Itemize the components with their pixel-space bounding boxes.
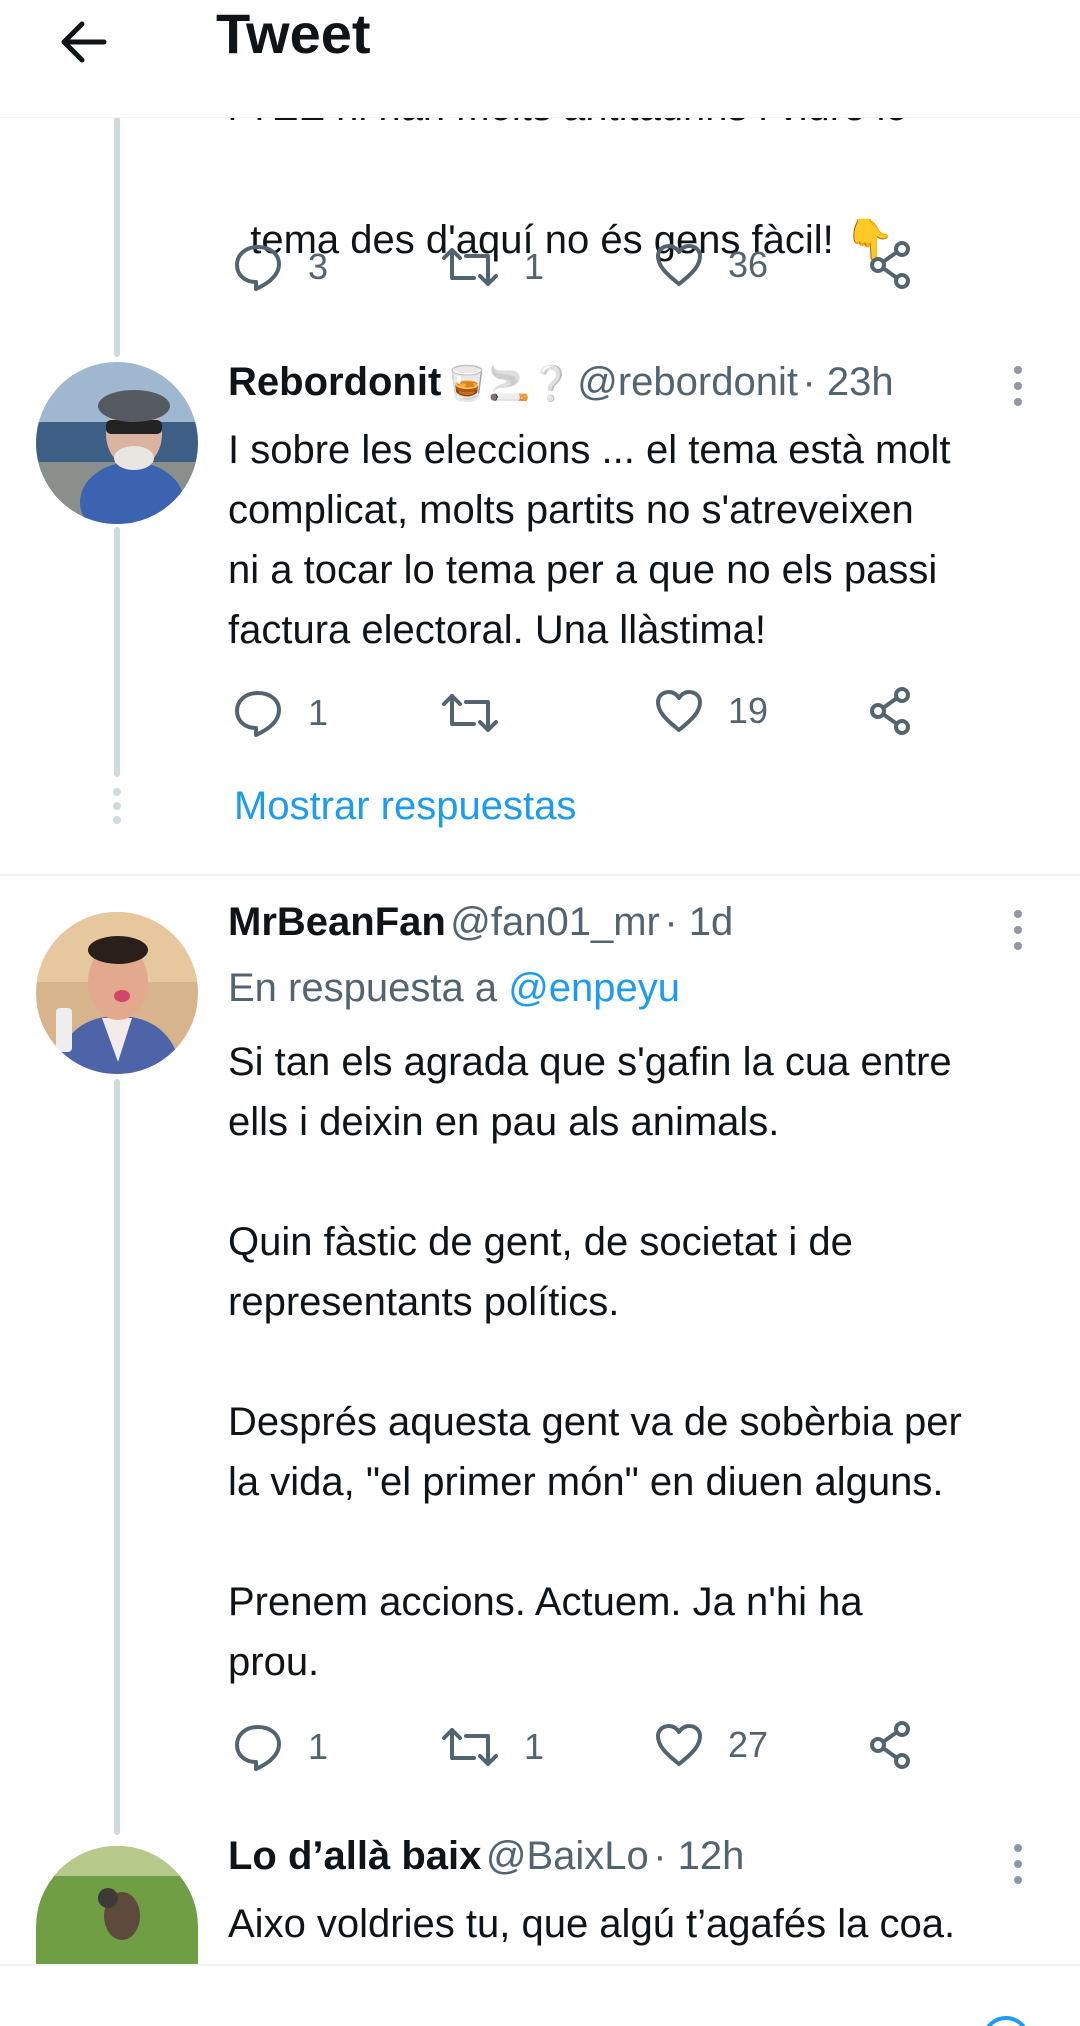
reply-button[interactable]: 1 [232,688,328,738]
reply-icon [235,691,281,737]
timestamp[interactable]: · 12h [653,1834,744,1878]
reply-icon [235,1725,281,1771]
display-name[interactable]: MrBeanFan [228,900,446,944]
tweet-partial-line: i TEE ni han molts antitaurins i viure l… [228,117,1048,139]
thread-line [114,527,120,777]
thread-dots [106,786,128,826]
more-options-icon[interactable] [998,360,1038,420]
share-button[interactable] [866,686,914,741]
more-options-icon[interactable] [998,1838,1038,1898]
retweet-icon [442,694,498,732]
heart-icon [656,690,702,732]
like-button[interactable]: 27 [654,1722,768,1768]
timestamp[interactable]: · 1d [664,900,733,944]
divider [0,874,1080,876]
page-title: Tweet [216,2,371,65]
thread-line [114,1079,120,1835]
reply-button[interactable]: 3 [232,242,328,292]
share-icon [870,241,910,289]
avatar[interactable] [36,362,198,524]
share-button[interactable] [866,1720,914,1775]
more-options-icon[interactable] [998,904,1038,964]
handle[interactable]: @fan01_mr [450,900,660,944]
display-name[interactable]: Lo d’allà baix [228,1834,481,1878]
like-button[interactable]: 36 [654,242,768,288]
reply-to-link[interactable]: @enpeyu [508,966,680,1010]
avatar[interactable] [36,1846,198,1964]
tweet-text: Aixo voldries tu, que algú t’agafés la c… [228,1902,956,1946]
bottom-bar [0,1964,1080,2026]
handle[interactable]: @BaixLo [486,1834,649,1878]
show-replies-link[interactable]: Mostrar respuestas [234,784,576,829]
share-button[interactable] [866,240,914,295]
handle[interactable]: @rebordonit [577,360,798,404]
tweet-header: MrBeanFan @fan01_mr · 1d [228,900,733,945]
avatar[interactable] [36,912,198,1074]
retweet-icon [442,1728,498,1766]
share-icon [870,687,910,735]
back-arrow-icon[interactable] [52,10,116,74]
retweet-icon [442,248,498,286]
retweet-button[interactable]: 1 [440,242,544,292]
tweet-header: Lo d’allà baix @BaixLo · 12h [228,1834,744,1879]
like-button[interactable]: 19 [654,688,768,734]
top-bar: Tweet [0,0,1080,118]
tweet-text: I sobre les eleccions ... el tema està m… [228,428,951,652]
reply-context: En respuesta a @enpeyu [228,966,681,1010]
display-name[interactable]: Rebordonit [228,360,441,404]
name-emoji: 🥃🚬❔ [445,365,573,403]
share-icon [870,1721,910,1769]
heart-icon [656,244,702,286]
retweet-button[interactable]: 1 [440,1722,544,1772]
reply-button[interactable]: 1 [232,1722,328,1772]
tweet-text: Si tan els agrada que s'gafin la cua ent… [228,1040,962,1684]
timestamp[interactable]: · 23h [802,360,893,404]
reply-icon [235,245,281,291]
tweet-header: Rebordonit 🥃🚬❔ @rebordonit · 23h [228,360,894,405]
retweet-button[interactable] [440,688,524,738]
thread-line [114,117,120,357]
heart-icon [656,1724,702,1766]
